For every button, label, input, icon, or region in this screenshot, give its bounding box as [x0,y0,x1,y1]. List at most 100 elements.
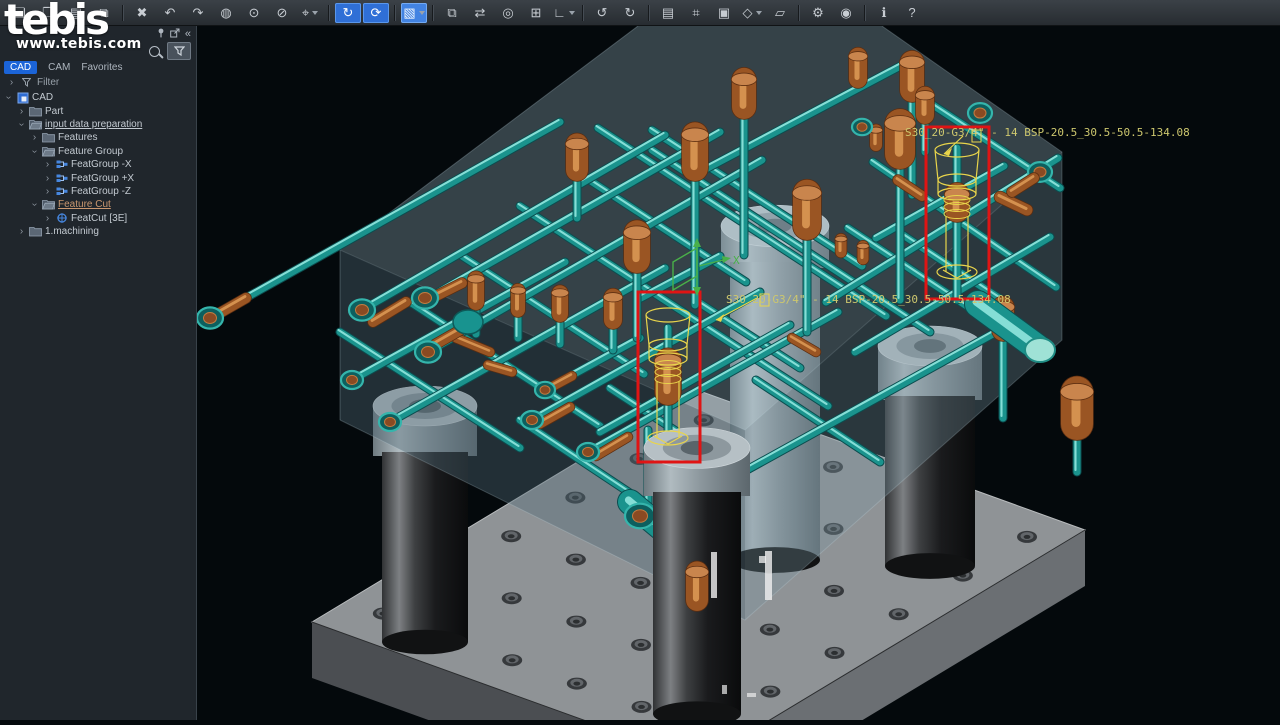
info-icon[interactable]: ℹ [871,3,897,23]
feature-annotation: S30_20-G3/4" - 14 BSP-20.5_30.5-50.5-134… [726,293,1011,306]
tools-icon[interactable]: ⚙ [805,3,831,23]
find-annotate-icon[interactable]: ◉ [833,3,859,23]
detach-icon[interactable] [170,25,180,43]
dropdown-caret-icon[interactable] [312,10,319,15]
expand-chevron-icon[interactable]: › [43,173,52,184]
tree-item-label: CAD [32,92,54,104]
feature-scan-toggle-icon[interactable]: ↻ [335,2,361,23]
expand-chevron-icon[interactable]: › [17,226,26,237]
tree-item-label: FeatCut [3E] [71,212,128,224]
toolbar-separator [582,4,584,21]
collapse-chevron-icon[interactable]: › [3,93,14,102]
suppress-icon[interactable]: ⊘ [269,3,295,23]
mask-icon[interactable]: ◍ [213,3,239,23]
tree-item-featgroup-x[interactable]: › FeatGroup -X [0,158,196,171]
panel-tabs: CAD CAM Favorites [0,60,196,75]
expand-chevron-icon[interactable]: › [17,106,26,117]
open-folder-icon[interactable]: ❐ [35,3,61,23]
toolbar-separator [798,4,800,21]
dimension-icon[interactable]: ▤ [655,3,681,23]
folder-open-icon [42,199,55,210]
view-axes-icon[interactable]: ∟ [551,3,577,23]
collapse-panel-icon[interactable]: « [185,29,191,40]
watermark-mark [765,551,772,600]
featgroup-icon [55,173,68,184]
expand-chevron-icon[interactable]: › [43,186,52,197]
fit-view-icon[interactable]: ⊞ [523,3,549,23]
tab-cam[interactable]: CAM [48,62,70,73]
redo-icon[interactable]: ↷ [185,3,211,23]
box-view-icon[interactable]: ▱ [767,3,793,23]
search-icon[interactable] [149,45,160,57]
work-plane-icon[interactable]: ◇ [739,3,765,23]
tree-item-label: 1.machining [45,226,99,238]
tree-item-featgroup-x[interactable]: › FeatGroup +X [0,171,196,184]
copy-view-icon[interactable]: ⧉ [439,3,465,23]
expand-chevron-icon[interactable]: › [43,213,52,224]
featgroup-icon [55,159,68,170]
expand-chevron-icon[interactable]: › [30,132,39,143]
tree-item-label: FeatGroup +X [71,172,135,184]
save-icon[interactable]: ▤ [63,3,89,23]
tree-item-label: Feature Group [58,145,124,157]
dropdown-caret-icon[interactable] [755,10,762,15]
refresh-view-icon[interactable]: ⇄ [467,3,493,23]
filter-label: Filter [37,76,60,88]
rotate-auto-icon[interactable]: ↻ [617,3,643,23]
folder-open-icon [42,146,55,157]
structure-panel: « CAD CAM Favorites › Filter › CAD › Part › i… [0,26,197,720]
expand-chevron-icon[interactable]: › [43,159,52,170]
dropdown-caret-icon[interactable] [568,10,575,15]
watermark-mark [759,556,766,563]
collapse-chevron-icon[interactable]: › [16,120,27,129]
collapse-chevron-icon[interactable]: › [29,147,40,156]
filter-button[interactable] [167,42,191,60]
undo-icon[interactable]: ↶ [157,3,183,23]
panel-search-row [0,42,196,60]
tree-item-part[interactable]: › Part [0,104,196,117]
tab-cad[interactable]: CAD [4,61,38,74]
power-icon[interactable]: ⊙ [241,3,267,23]
featgroup-icon [55,186,68,197]
tree-item-features[interactable]: › Features [0,131,196,144]
filter-chevron-icon[interactable]: › [7,77,16,88]
rotate-ccw-icon[interactable]: ↺ [589,3,615,23]
toolbar-separator [864,4,866,21]
tree-item-featgroup-z[interactable]: › FeatGroup -Z [0,185,196,198]
zoom-icon[interactable]: ◎ [495,3,521,23]
context-help-icon[interactable]: ? [899,3,925,23]
tree-item-label: input data preparation [45,118,143,130]
print-icon[interactable]: ⧉ [91,3,117,23]
filter-row[interactable]: › Filter [0,75,196,89]
featcut-icon [55,212,68,224]
watermark-mark [711,552,717,598]
toolbar-separator [328,4,330,21]
new-document-icon[interactable]: ❏ [7,3,33,23]
funnel-icon [173,46,185,56]
tree-item-featcut-3e-[interactable]: › FeatCut [3E] [0,212,196,225]
select-annotate-icon[interactable]: ⌖ [297,3,323,23]
delete-icon[interactable]: ✖ [129,3,155,23]
tree-item-1-machining[interactable]: › 1.machining [0,225,196,238]
collapse-chevron-icon[interactable]: › [29,200,40,209]
tree-item-feature-group[interactable]: › Feature Group [0,145,196,158]
tree-item-input-data-preparation[interactable]: › input data preparation [0,118,196,131]
viewport-3d[interactable]: S30_20-G3/4" - 14 BSP-20.5_30.5-50.5-134… [195,25,1280,725]
panel-header-row: « [0,26,196,42]
tree-item-feature-cut[interactable]: › Feature Cut [0,198,196,211]
feature-update-toggle-icon[interactable]: ⟳ [363,2,389,23]
tree-item-cad[interactable]: › CAD [0,91,196,104]
cad-scene[interactable]: S30_20-G3/4" - 14 BSP-20.5_30.5-50.5-134… [195,25,1280,725]
pin-icon[interactable] [157,25,165,43]
dropdown-caret-icon[interactable] [418,10,425,15]
folder-open-icon [29,119,42,130]
folder-icon [29,106,42,117]
tab-favorites[interactable]: Favorites [81,62,122,73]
shading-mode-icon[interactable]: ▧ [401,2,427,23]
axis-x-label: X [733,254,740,267]
toolbar-icons: ❏ ❐ ▤ ⧉ ✖ ↶ ↷ ◍ ⊙ ⊘ ⌖ ↻ ⟳ ▧ ⧉ ⇄ ◎ ⊞ ∟ ↺ ↻ ▤ ⌗ ▣ ◇ ▱ ⚙ ◉ ℹ? [6,2,926,23]
grid-icon[interactable]: ⌗ [683,3,709,23]
frame-icon[interactable]: ▣ [711,3,737,23]
feature-annotation: S30_20-G3/4" - 14 BSP-20.5_30.5-50.5-134… [905,126,1190,139]
model-tree: › CAD › Part › input data preparation › Feature… [0,89,196,238]
